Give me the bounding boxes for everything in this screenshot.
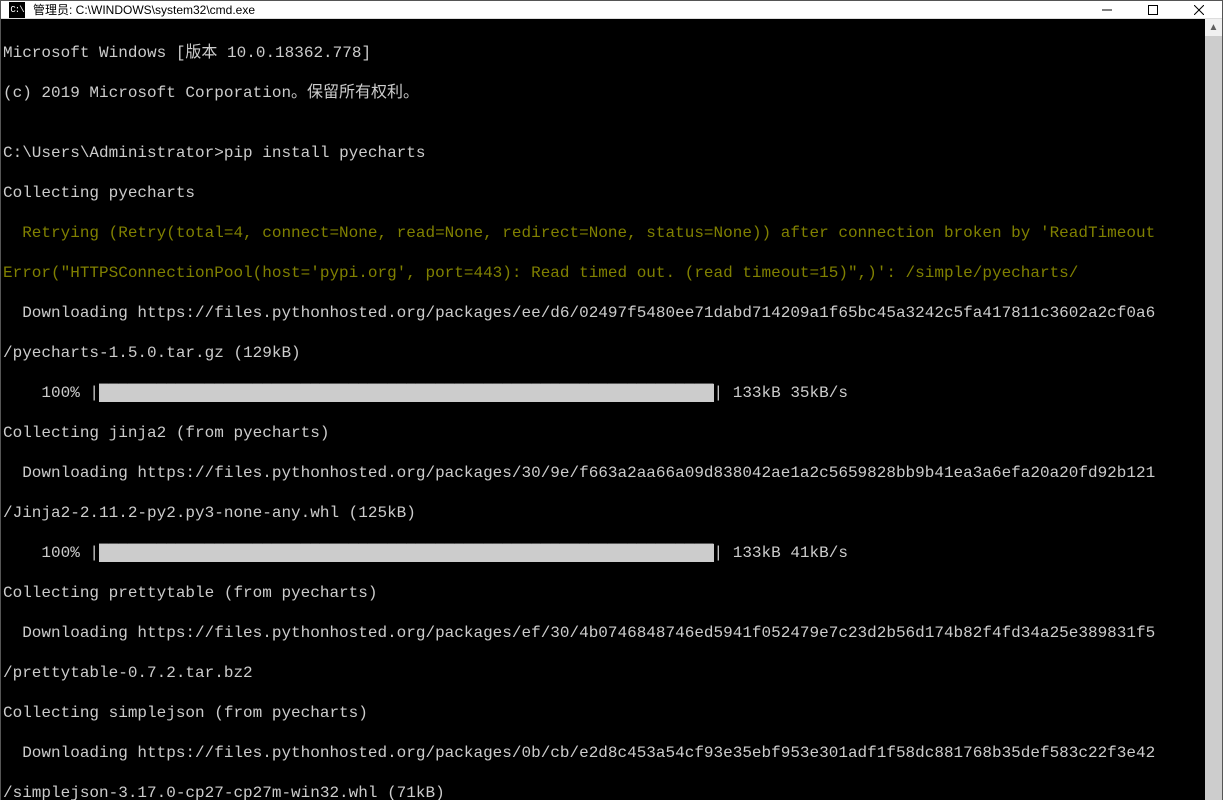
prompt-line: C:\Users\Administrator>pip install pyech… <box>3 143 1203 163</box>
terminal-output[interactable]: Microsoft Windows [版本 10.0.18362.778] (c… <box>1 19 1205 800</box>
output-line: Collecting pyecharts <box>3 183 1203 203</box>
output-line: /simplejson-3.17.0-cp27-cp27m-win32.whl … <box>3 783 1203 800</box>
minimize-button[interactable] <box>1084 1 1130 18</box>
output-line: Downloading https://files.pythonhosted.o… <box>3 463 1203 483</box>
output-line: Downloading https://files.pythonhosted.o… <box>3 303 1203 323</box>
output-line: Microsoft Windows [版本 10.0.18362.778] <box>3 43 1203 63</box>
scroll-up-button[interactable]: ▲ <box>1205 19 1222 36</box>
window-controls <box>1084 1 1222 18</box>
command-text: pip install pyecharts <box>224 144 426 162</box>
output-line: Collecting simplejson (from pyecharts) <box>3 703 1203 723</box>
titlebar[interactable]: C:\ 管理员: C:\WINDOWS\system32\cmd.exe <box>1 1 1222 19</box>
output-line: /Jinja2-2.11.2-py2.py3-none-any.whl (125… <box>3 503 1203 523</box>
output-line: Collecting jinja2 (from pyecharts) <box>3 423 1203 443</box>
scrollbar-thumb[interactable] <box>1205 36 1222 800</box>
progress-line: 100% |██████████████████████████████████… <box>3 383 1203 403</box>
vertical-scrollbar[interactable]: ▲ ▼ <box>1205 19 1222 800</box>
cmd-window: C:\ 管理员: C:\WINDOWS\system32\cmd.exe Mic… <box>0 0 1223 800</box>
prompt: C:\Users\Administrator> <box>3 144 224 162</box>
progress-line: 100% |██████████████████████████████████… <box>3 543 1203 563</box>
cmd-icon: C:\ <box>9 2 25 18</box>
window-title: 管理员: C:\WINDOWS\system32\cmd.exe <box>33 1 1084 18</box>
scrollbar-track[interactable] <box>1205 36 1222 800</box>
close-button[interactable] <box>1176 1 1222 18</box>
progress-bar: ████████████████████████████████████████… <box>99 384 714 402</box>
maximize-button[interactable] <box>1130 1 1176 18</box>
output-line: Downloading https://files.pythonhosted.o… <box>3 623 1203 643</box>
warning-line: Retrying (Retry(total=4, connect=None, r… <box>3 223 1203 243</box>
progress-stats: | 133kB 35kB/s <box>714 384 848 402</box>
output-line: (c) 2019 Microsoft Corporation。保留所有权利。 <box>3 83 1203 103</box>
output-line: Downloading https://files.pythonhosted.o… <box>3 743 1203 763</box>
progress-bar: ████████████████████████████████████████… <box>99 544 714 562</box>
progress-percent: 100% | <box>3 384 99 402</box>
progress-stats: | 133kB 41kB/s <box>714 544 848 562</box>
progress-percent: 100% | <box>3 544 99 562</box>
output-line: /prettytable-0.7.2.tar.bz2 <box>3 663 1203 683</box>
warning-line: Error("HTTPSConnectionPool(host='pypi.or… <box>3 263 1203 283</box>
output-line: /pyecharts-1.5.0.tar.gz (129kB) <box>3 343 1203 363</box>
output-line: Collecting prettytable (from pyecharts) <box>3 583 1203 603</box>
client-area: Microsoft Windows [版本 10.0.18362.778] (c… <box>1 19 1222 800</box>
